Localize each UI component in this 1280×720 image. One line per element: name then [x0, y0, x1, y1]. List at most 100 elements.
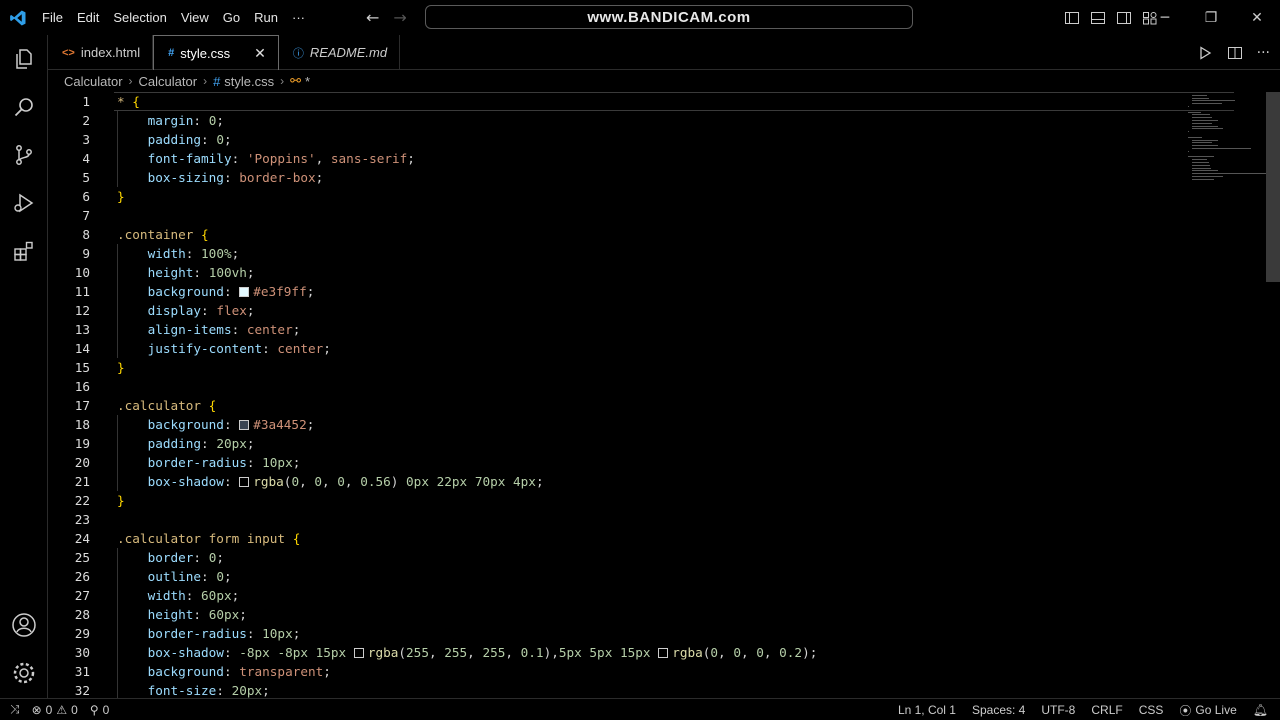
end-of-line[interactable]: CRLF [1091, 703, 1122, 717]
code-token: 0.56 [360, 474, 391, 489]
code-line[interactable]: 24 .calculator form input { [48, 529, 1188, 548]
menu-item[interactable]: ··· [285, 0, 312, 35]
code-line[interactable]: 12 display: flex; [48, 301, 1188, 320]
code-line[interactable]: 23 [48, 510, 1188, 529]
code-token: 5px [589, 645, 613, 660]
color-swatch[interactable] [239, 477, 250, 487]
cursor-position[interactable]: Ln 1, Col 1 [898, 703, 956, 717]
code-token: : [223, 417, 240, 432]
code-line[interactable]: 21 box-shadow: rgba(0, 0, 0, 0.56) 0px 2… [48, 472, 1188, 491]
extensions-icon[interactable] [0, 227, 48, 275]
code-line[interactable]: 16 [48, 377, 1188, 396]
color-swatch[interactable] [353, 648, 364, 658]
html-file-icon: <> [62, 46, 75, 59]
language-mode[interactable]: CSS [1139, 703, 1164, 717]
code-line[interactable]: 22} [48, 491, 1188, 510]
tab-readme-md[interactable]: ⓘ README.md [279, 35, 401, 70]
toggle-panel-icon[interactable] [1090, 10, 1106, 26]
code-line[interactable]: 7 [48, 206, 1188, 225]
code-line[interactable]: 32 font-size: 20px; [48, 681, 1188, 698]
code-line[interactable]: 13 align-items: center; [48, 320, 1188, 339]
explorer-icon[interactable] [0, 35, 48, 83]
code-token: 0 [216, 569, 224, 584]
split-editor-icon[interactable] [1227, 45, 1243, 61]
code-line[interactable]: 17 .calculator { [48, 396, 1188, 415]
code-line[interactable]: 15} [48, 358, 1188, 377]
color-swatch[interactable] [658, 648, 669, 658]
minimap-line [1192, 142, 1212, 144]
code-line[interactable]: 20 border-radius: 10px; [48, 453, 1188, 472]
code-line[interactable]: 2 margin: 0; [48, 111, 1188, 130]
code-text: margin: 0; [117, 111, 224, 130]
run-file-icon[interactable] [1197, 45, 1213, 61]
search-icon[interactable] [0, 83, 48, 131]
forward-arrow-icon[interactable]: → [393, 8, 406, 27]
ports-indicator[interactable]: ⚲ 0 [90, 703, 109, 717]
code-line[interactable]: 8 .container { [48, 225, 1188, 244]
close-window-icon[interactable]: ✕ [1234, 0, 1280, 35]
tab-index-html[interactable]: <> index.html [48, 35, 154, 70]
code-line[interactable]: 9 width: 100%; [48, 244, 1188, 263]
code-line[interactable]: 4 font-family: 'Poppins', sans-serif; [48, 149, 1188, 168]
breadcrumb-file[interactable]: style.css [224, 74, 274, 89]
color-swatch[interactable] [239, 287, 250, 297]
code-line[interactable]: 26 outline: 0; [48, 567, 1188, 586]
menu-item[interactable]: Run [247, 0, 285, 35]
indentation[interactable]: Spaces: 4 [972, 703, 1025, 717]
code-token: 255 [444, 645, 468, 660]
code-line[interactable]: 18 background: #3a4452; [48, 415, 1188, 434]
minimize-icon[interactable]: ─ [1142, 0, 1188, 35]
code-line[interactable]: 19 padding: 20px; [48, 434, 1188, 453]
code-text: box-shadow: -8px -8px 15px rgba(255, 255… [117, 643, 818, 662]
code-line[interactable]: 14 justify-content: center; [48, 339, 1188, 358]
code-line[interactable]: 31 background: transparent; [48, 662, 1188, 681]
command-center[interactable]: www.BANDICAM.com [425, 5, 913, 29]
code-line[interactable]: 29 border-radius: 10px; [48, 624, 1188, 643]
settings-gear-icon[interactable] [0, 649, 48, 697]
back-arrow-icon[interactable]: ← [366, 8, 379, 27]
go-live-button[interactable]: ⦿ Go Live [1179, 702, 1236, 719]
menu-item[interactable]: Go [216, 0, 247, 35]
source-control-icon[interactable] [0, 131, 48, 179]
code-line[interactable]: 11 background: #e3f9ff; [48, 282, 1188, 301]
code-line[interactable]: 30 box-shadow: -8px -8px 15px rgba(255, … [48, 643, 1188, 662]
navigation-arrows: ← → [366, 0, 407, 35]
color-swatch[interactable] [239, 420, 250, 430]
notifications-icon[interactable]: 🔔︎ [1253, 703, 1268, 717]
vertical-scrollbar[interactable] [1266, 92, 1280, 282]
toggle-secondary-sidebar-icon[interactable] [1116, 10, 1132, 26]
restore-icon[interactable]: ❐ [1188, 0, 1234, 35]
close-tab-icon[interactable]: ✕ [254, 45, 266, 62]
code-token: : [231, 322, 247, 337]
encoding[interactable]: UTF-8 [1041, 703, 1075, 717]
code-line[interactable]: 3 padding: 0; [48, 130, 1188, 149]
menu-item[interactable]: Selection [106, 0, 173, 35]
more-actions-icon[interactable]: ··· [1257, 45, 1270, 61]
breadcrumb-folder[interactable]: Calculator [139, 74, 198, 89]
breadcrumb-folder[interactable]: Calculator [64, 74, 123, 89]
code-line[interactable]: 6} [48, 187, 1188, 206]
code-editor[interactable]: 1 * {2 margin: 0; 3 padding: 0; 4 font-fami… [48, 92, 1280, 698]
code-line[interactable]: 27 width: 60px; [48, 586, 1188, 605]
code-token: : [201, 132, 217, 147]
code-line[interactable]: 28 height: 60px; [48, 605, 1188, 624]
tab-style-css[interactable]: # style.css ✕ [153, 35, 279, 70]
broadcast-icon: ⚲ [89, 702, 99, 717]
account-icon[interactable] [0, 601, 48, 649]
remote-icon[interactable]: ⤨ [10, 702, 20, 717]
menu-item[interactable]: Edit [70, 0, 106, 35]
code-line[interactable]: 25 border: 0; [48, 548, 1188, 567]
breadcrumb-symbol[interactable]: * [305, 74, 310, 89]
code-token: : [223, 284, 240, 299]
run-debug-icon[interactable] [0, 179, 48, 227]
code-token: sans-serif [330, 151, 408, 166]
toggle-primary-sidebar-icon[interactable] [1064, 10, 1080, 26]
menu-item[interactable]: File [35, 0, 70, 35]
problems-indicator[interactable]: ⊗ 0 ⚠ 0 [32, 703, 78, 717]
code-line[interactable]: 1 * { [48, 92, 1188, 111]
code-line[interactable]: 10 height: 100vh; [48, 263, 1188, 282]
code-line[interactable]: 5 box-sizing: border-box; [48, 168, 1188, 187]
menu-item[interactable]: View [174, 0, 216, 35]
